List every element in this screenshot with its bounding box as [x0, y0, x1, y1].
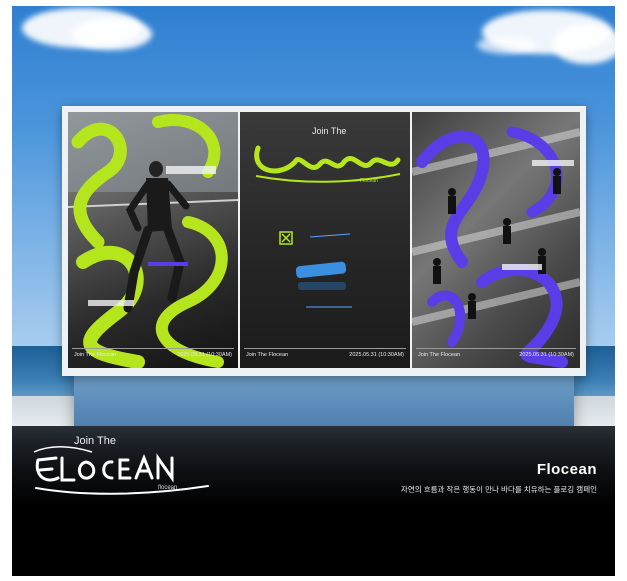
- poster-bottle: Join The Flocean Join The Flocean 2025.0…: [240, 112, 410, 368]
- flocean-logo: [33, 446, 209, 495]
- campaign-banner: Join The Flocean 2025.05.31 (10:30AM) Jo…: [12, 6, 615, 576]
- poster-divider: [72, 348, 234, 349]
- brand-name: Flocean: [536, 461, 597, 478]
- campaign-tagline: 자연의 흐름과 작은 행동이 만나 바다를 치유하는 플로깅 캠페인: [400, 485, 597, 494]
- poster-divider: [416, 348, 576, 349]
- poster-headline: Join The: [312, 126, 347, 136]
- lime-doodle-graphic: [68, 112, 238, 368]
- cloud: [552, 24, 615, 64]
- poster-footer-date: 2025.05.31 (10:30AM): [349, 352, 404, 358]
- violet-doodle-graphic: [412, 126, 580, 368]
- poster-divider: [244, 348, 406, 349]
- poster-crowd: Join The Flocean 2025.05.31 (10:30AM): [412, 112, 580, 368]
- poster-logo-art: [254, 145, 401, 308]
- poster-footer-date: 2025.05.31 (10:30AM): [519, 352, 574, 358]
- poster-footer-label: Join The Flocean: [74, 352, 117, 358]
- cloud: [477, 36, 537, 54]
- billboard: Join The Flocean 2025.05.31 (10:30AM) Jo…: [62, 106, 586, 376]
- poster-footer-date: 2025.05.31 (10:30AM): [177, 352, 232, 358]
- poster-runner: Join The Flocean 2025.05.31 (10:30AM): [68, 112, 238, 368]
- cloud: [72, 18, 152, 50]
- footer-logo-sub: flocean: [158, 485, 178, 491]
- billboard-base: [74, 374, 574, 432]
- poster-footer-label: Join The Flocean: [246, 352, 289, 358]
- poster-footer-label: Join The Flocean: [418, 352, 461, 358]
- poster-logo-sub: Flocean: [360, 178, 378, 184]
